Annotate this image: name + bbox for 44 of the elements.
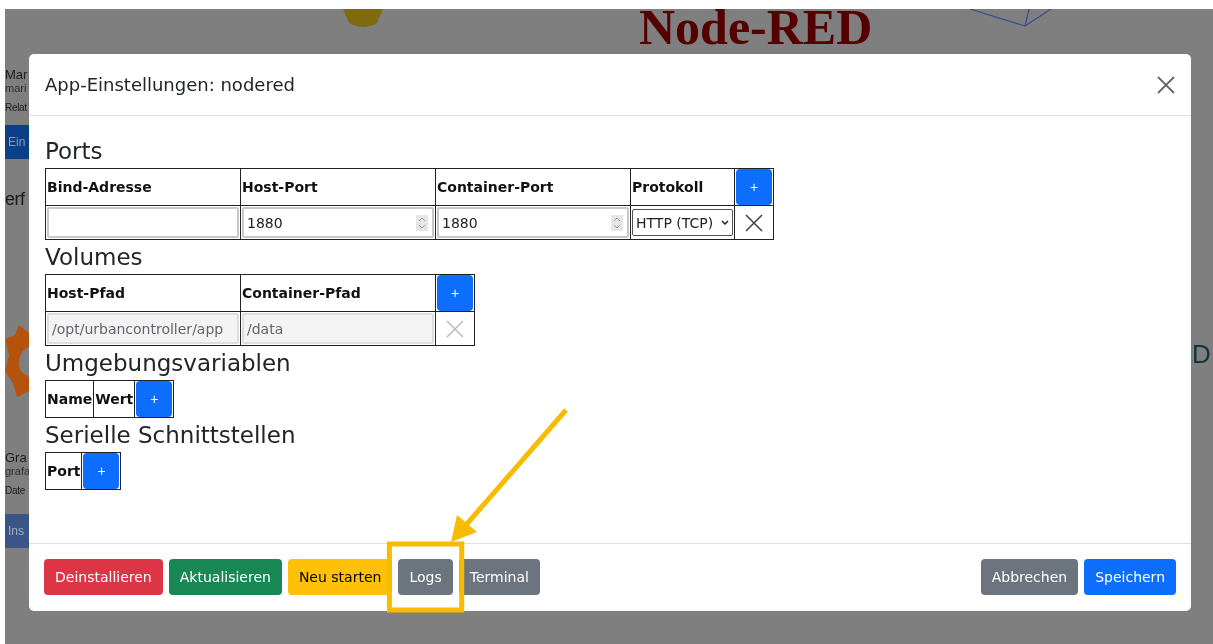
- section-heading: Ports: [45, 137, 104, 166]
- column-header: Container-Port: [435, 168, 631, 206]
- section-heading: Umgebungsvariablen: [45, 349, 292, 378]
- add-button[interactable]: +: [437, 275, 473, 311]
- column-header: Name: [45, 380, 94, 418]
- column-header: Wert: [93, 380, 135, 418]
- number-field[interactable]: 1880: [437, 207, 629, 238]
- column-header: Host-Port: [240, 168, 436, 206]
- card-text: Date: [5, 485, 25, 496]
- logo-drawing: [341, 9, 385, 29]
- dropdown[interactable]: HTTP (TCP): [632, 209, 733, 236]
- card-text: Relat: [5, 102, 27, 113]
- footer-button[interactable]: Logs: [398, 559, 453, 595]
- spinner-icon[interactable]: [611, 214, 623, 231]
- card-subtitle: grafa: [5, 465, 31, 477]
- footer-button[interactable]: Abbrechen: [980, 559, 1079, 595]
- spinner-icon[interactable]: [416, 214, 428, 231]
- text-field[interactable]: [47, 207, 239, 238]
- card-button[interactable]: Ein: [5, 125, 29, 159]
- card-button[interactable]: Ins: [5, 514, 29, 548]
- dialog-title: App-Einstellungen: nodered: [45, 74, 295, 95]
- column-header: Port: [45, 452, 82, 490]
- add-button[interactable]: +: [736, 169, 772, 205]
- section-heading: erf: [5, 189, 25, 210]
- footer-button[interactable]: Deinstallieren: [44, 559, 163, 595]
- card-title: Gra: [5, 450, 27, 465]
- card-subtitle: mari: [5, 82, 27, 94]
- section-heading: Serielle Schnittstellen: [45, 421, 297, 450]
- card-title: Mar: [5, 67, 28, 82]
- number-field[interactable]: 1880: [242, 207, 434, 238]
- logo-text: Node-RED: [639, 9, 873, 55]
- footer-button[interactable]: Speichern: [1084, 559, 1176, 595]
- close-icon[interactable]: [1157, 75, 1175, 94]
- column-header: Protokoll: [630, 168, 735, 206]
- column-header: Host-Pfad: [45, 274, 241, 312]
- logo-text: D: [1192, 339, 1211, 370]
- column-header: Container-Pfad: [240, 274, 436, 312]
- section-heading: Volumes: [45, 243, 144, 272]
- remove-icon[interactable]: [745, 213, 763, 232]
- footer-button[interactable]: Aktualisieren: [168, 559, 282, 595]
- caret-icon: [721, 219, 729, 226]
- column-header: Bind-Adresse: [45, 168, 241, 206]
- add-button[interactable]: +: [83, 453, 120, 489]
- add-button[interactable]: +: [136, 381, 173, 417]
